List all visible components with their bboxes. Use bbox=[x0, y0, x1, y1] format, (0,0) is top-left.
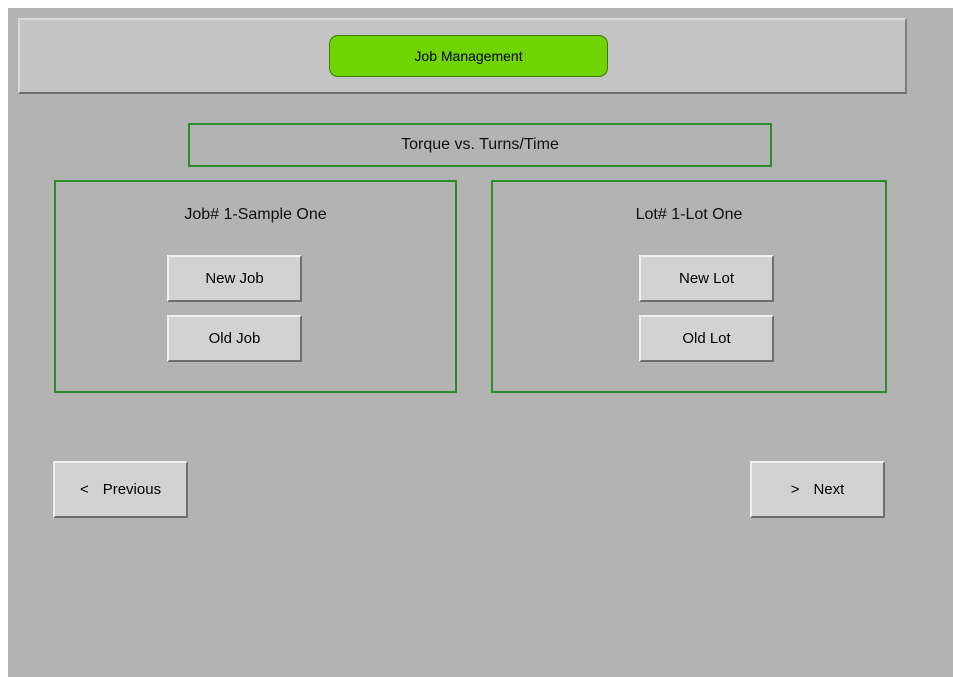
current-job-label: Job# 1-Sample One bbox=[184, 206, 327, 223]
previous-arrow-icon: < bbox=[79, 481, 89, 498]
previous-label: Previous bbox=[102, 481, 162, 498]
next-button[interactable]: > Next bbox=[750, 461, 885, 518]
new-job-button[interactable]: New Job bbox=[167, 255, 302, 302]
lot-panel: Lot# 1-Lot One New Lot Old Lot bbox=[491, 180, 887, 393]
mode-label: Torque vs. Turns/Time bbox=[188, 123, 772, 167]
next-label: Next bbox=[813, 481, 845, 498]
previous-button[interactable]: < Previous bbox=[53, 461, 188, 518]
next-arrow-icon: > bbox=[790, 481, 800, 498]
current-lot-label: Lot# 1-Lot One bbox=[635, 206, 743, 223]
job-panel: Job# 1-Sample One New Job Old Job bbox=[54, 180, 457, 393]
new-lot-button[interactable]: New Lot bbox=[639, 255, 774, 302]
header-bar: Job Management bbox=[18, 18, 907, 94]
page-title: Job Management bbox=[329, 35, 608, 77]
old-lot-button[interactable]: Old Lot bbox=[639, 315, 774, 362]
job-management-screen: Job Management Torque vs. Turns/Time Job… bbox=[8, 8, 953, 677]
old-job-button[interactable]: Old Job bbox=[167, 315, 302, 362]
